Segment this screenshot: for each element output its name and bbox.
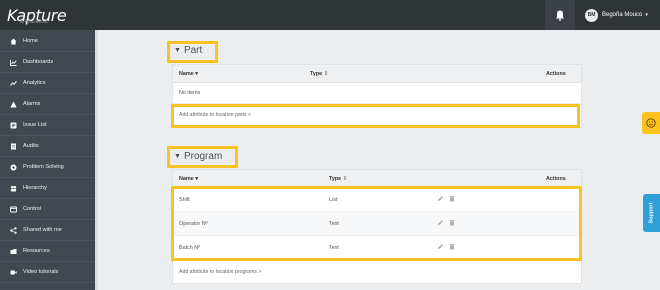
sidebar-item-home[interactable]: Home <box>0 31 95 52</box>
top-bar: Kapture by MONOMEDIA BM Begoña Mouco ▾ <box>0 0 660 30</box>
sort-icon: ▾ <box>195 176 198 182</box>
audits-icon <box>9 142 17 150</box>
alarm-icon <box>9 100 17 108</box>
sidebar-item-alarms[interactable]: Alarms <box>0 94 95 115</box>
column-header-type[interactable]: Type ⇕ <box>310 71 328 77</box>
chevron-down-icon: ▾ <box>645 12 648 18</box>
highlight-box <box>171 104 580 128</box>
column-header-name[interactable]: Name ▾ <box>179 71 198 77</box>
sidebar-item-label: Analytics <box>23 80 46 86</box>
sidebar-item-label: Hierarchy <box>23 185 47 191</box>
sidebar-divider <box>95 30 98 290</box>
home-icon <box>9 37 17 45</box>
add-row: Add attribute to location programs > <box>173 260 581 284</box>
issue-list-icon <box>9 121 17 129</box>
video-icon <box>9 268 17 276</box>
app-logo-subtitle: by MONOMEDIA <box>20 20 48 24</box>
dashboard-icon <box>9 58 17 66</box>
analytics-icon <box>9 79 17 87</box>
user-menu[interactable]: BM Begoña Mouco ▾ <box>576 0 660 30</box>
highlight-box <box>171 186 582 261</box>
column-header-actions: Actions <box>546 176 566 182</box>
column-header-actions: Actions <box>546 71 566 77</box>
sidebar-item-label: Audits <box>23 143 39 149</box>
sidebar-item-hierarchy[interactable]: Hierarchy <box>0 178 95 199</box>
sidebar-item-label: Problem Solving <box>23 164 64 170</box>
sidebar-item-control[interactable]: Control <box>0 199 95 220</box>
highlight-box <box>167 41 218 63</box>
column-header-type[interactable]: Type ⇕ <box>329 176 347 182</box>
smiley-icon <box>646 118 656 128</box>
sidebar-item-label: Control <box>23 206 42 212</box>
support-label: Support <box>648 202 655 224</box>
hierarchy-icon <box>9 184 17 192</box>
avatar: BM <box>585 8 598 22</box>
sidebar-item-resources[interactable]: Resources <box>0 241 95 262</box>
sidebar-item-video-tutorials[interactable]: Video tutorials <box>0 262 95 283</box>
sidebar-item-label: Dashboards <box>23 59 54 65</box>
sidebar-item-label: Home <box>23 38 38 44</box>
empty-row: No items <box>173 83 581 104</box>
highlight-box <box>167 146 238 168</box>
sidebar-item-label: Issue List <box>23 122 47 128</box>
bell-icon <box>556 10 564 21</box>
user-name: Begoña Mouco <box>602 12 643 18</box>
control-icon <box>9 205 17 213</box>
sidebar-item-audits[interactable]: Audits <box>0 136 95 157</box>
sidebar-item-label: Resources <box>23 248 50 254</box>
share-icon <box>9 226 17 234</box>
sidebar-item-analytics[interactable]: Analytics <box>0 73 95 94</box>
empty-message: No items <box>179 90 201 96</box>
sidebar-item-label: Alarms <box>23 101 41 107</box>
add-program-attribute-link[interactable]: Add attribute to location programs > <box>179 269 261 275</box>
feedback-tab[interactable] <box>642 112 660 134</box>
sort-icon: ▾ <box>195 71 198 77</box>
sidebar-item-shared-with-me[interactable]: Shared with me <box>0 220 95 241</box>
sidebar-item-label: Shared with me <box>23 227 62 233</box>
sidebar-item-dashboards[interactable]: Dashboards <box>0 52 95 73</box>
support-tab[interactable]: Support <box>643 194 660 232</box>
problem-solving-icon <box>9 163 17 171</box>
sidebar: Home Dashboards Analytics Alarms Issue L… <box>0 30 95 290</box>
sidebar-item-issue-list[interactable]: Issue List <box>0 115 95 136</box>
table-header: Name ▾ Type ⇕ Actions <box>173 65 581 83</box>
column-header-name[interactable]: Name ▾ <box>179 176 198 182</box>
notifications-button[interactable] <box>545 0 575 30</box>
sort-icon: ⇕ <box>323 71 329 77</box>
sort-icon: ⇕ <box>342 176 348 182</box>
resources-icon <box>9 247 17 255</box>
sidebar-item-problem-solving[interactable]: Problem Solving <box>0 157 95 178</box>
sidebar-item-label: Video tutorials <box>23 269 59 275</box>
